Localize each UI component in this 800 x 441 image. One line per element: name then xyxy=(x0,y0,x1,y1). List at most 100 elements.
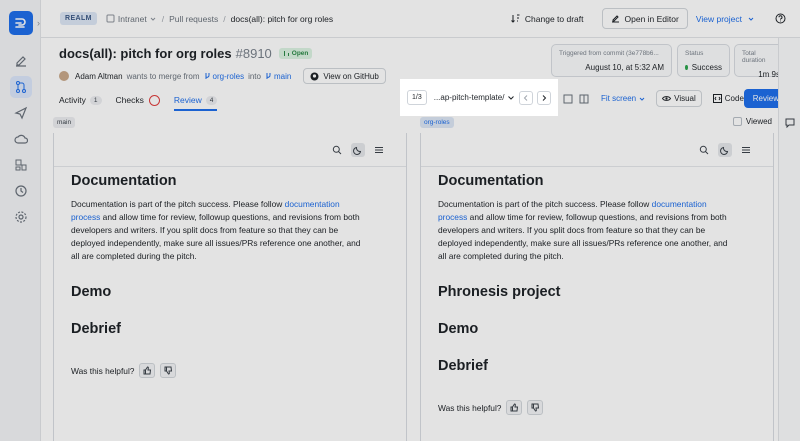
source-branch-label: org-roles xyxy=(212,71,245,81)
commit-value: August 10, at 5:32 AM xyxy=(585,63,664,72)
github-icon xyxy=(310,72,319,80)
chevron-down-icon xyxy=(748,17,754,21)
thumbs-down-icon[interactable] xyxy=(527,400,544,415)
change-to-draft-button[interactable]: Change to draft xyxy=(503,8,592,29)
previous-file-button[interactable] xyxy=(519,90,534,105)
pull-requests-icon[interactable] xyxy=(10,76,32,98)
status-card: Status Success xyxy=(677,44,730,77)
status-value: Success xyxy=(691,63,722,72)
target-branch[interactable]: main xyxy=(265,72,291,81)
chevron-down-icon xyxy=(508,95,515,100)
project-icon xyxy=(106,14,115,23)
breadcrumb-pull-requests[interactable]: Pull requests xyxy=(169,14,218,24)
breadcrumb-separator: / xyxy=(161,13,165,24)
top-bar: REALM Intranet / Pull requests / docs(al… xyxy=(41,0,800,38)
file-select-dropdown[interactable]: ...ap-pitch-template/ xyxy=(434,93,516,102)
right-paragraph: Documentation is part of the pitch succe… xyxy=(438,199,728,261)
thumbs-up-icon[interactable] xyxy=(139,363,156,378)
single-pane-icon[interactable] xyxy=(563,94,573,104)
breadcrumb: Intranet / Pull requests / docs(all): pi… xyxy=(106,14,333,24)
commit-label: Triggered from commit (3e778b6... xyxy=(559,50,659,57)
fit-screen-label: Fit screen xyxy=(601,94,637,103)
branch-icon xyxy=(205,73,209,79)
right-sidebar xyxy=(778,38,800,441)
pr-title: docs(all): pitch for org roles #8910 Ope… xyxy=(59,46,313,61)
viewed-label: Viewed xyxy=(745,117,772,126)
comments-icon[interactable] xyxy=(785,118,795,128)
tab-activity[interactable]: Activity 1 xyxy=(59,89,102,111)
breadcrumb-separator: / xyxy=(223,13,226,24)
target-branch-label: main xyxy=(273,71,292,81)
left-paragraph: Documentation is part of the pitch succe… xyxy=(71,199,361,261)
search-icon[interactable] xyxy=(330,143,344,157)
view-controls: Fit screen Visual Code xyxy=(563,90,749,107)
tab-activity-count: 1 xyxy=(89,95,102,105)
left-section-heading: Demo xyxy=(71,284,112,300)
expand-sidebar-icon[interactable]: › xyxy=(37,18,40,28)
components-icon[interactable] xyxy=(10,154,32,176)
right-branch-tag: org-roles xyxy=(420,117,454,128)
pull-request-icon xyxy=(283,51,289,56)
thumbs-down-icon[interactable] xyxy=(160,363,177,378)
split-pane-icon[interactable] xyxy=(579,94,589,104)
dark-mode-icon[interactable] xyxy=(718,143,732,157)
author-name[interactable]: Adam Altman xyxy=(75,72,123,81)
right-section-heading: Demo xyxy=(438,321,479,337)
chevron-left-icon xyxy=(524,94,528,101)
duration-value: 1m 9s xyxy=(758,70,780,79)
view-project-label: View project xyxy=(695,13,742,24)
open-in-editor-button[interactable]: Open in Editor xyxy=(601,8,688,29)
view-project-button[interactable]: View project xyxy=(688,8,763,29)
status-badge-label: Open xyxy=(291,50,309,57)
search-icon[interactable] xyxy=(697,143,711,157)
right-section-heading: Debrief xyxy=(438,358,488,374)
history-icon[interactable] xyxy=(10,180,32,202)
breadcrumb-current: docs(all): pitch for org roles xyxy=(230,13,334,24)
right-section-heading: Phronesis project xyxy=(438,284,561,300)
into-text: into xyxy=(248,71,261,81)
right-document: Documentation Documentation is part of t… xyxy=(438,167,738,415)
tab-review[interactable]: Review 4 xyxy=(173,89,218,111)
tab-activity-label: Activity xyxy=(59,95,86,105)
left-branch-tag: main xyxy=(53,117,76,128)
open-in-editor-label: Open in Editor xyxy=(624,13,679,24)
edit-icon[interactable] xyxy=(10,50,32,72)
visual-mode-button[interactable]: Visual xyxy=(656,90,702,107)
help-icon[interactable] xyxy=(771,8,790,29)
app-logo[interactable] xyxy=(9,11,33,35)
right-heading: Documentation xyxy=(438,173,544,189)
pr-meta: Adam Altman wants to merge from org-role… xyxy=(59,68,386,84)
code-mode-button[interactable]: Code xyxy=(708,91,749,106)
left-sidebar: › xyxy=(0,0,41,441)
right-feedback: Was this helpful? xyxy=(438,400,738,415)
change-to-draft-label: Change to draft xyxy=(524,13,584,24)
breadcrumb-project[interactable]: Intranet xyxy=(118,14,147,24)
source-branch[interactable]: org-roles xyxy=(204,71,245,81)
realm-badge: REALM xyxy=(60,12,97,25)
chevron-down-icon[interactable] xyxy=(149,15,157,23)
deploy-icon[interactable] xyxy=(10,102,32,124)
pr-title-text: docs(all): pitch for org roles xyxy=(59,46,232,61)
sort-icon xyxy=(511,14,520,23)
merge-text: wants to merge from xyxy=(126,71,200,81)
next-file-button[interactable] xyxy=(537,90,552,105)
tab-checks[interactable]: Checks xyxy=(116,89,160,111)
menu-icon[interactable] xyxy=(739,143,753,157)
right-helpful-label: Was this helpful? xyxy=(438,402,502,413)
fit-screen-dropdown[interactable]: Fit screen xyxy=(601,94,646,103)
dark-mode-icon[interactable] xyxy=(351,143,365,157)
status-label: Status xyxy=(685,50,704,57)
pr-number: #8910 xyxy=(235,46,272,61)
tab-checks-label: Checks xyxy=(115,95,144,105)
thumbs-up-icon[interactable] xyxy=(506,400,523,415)
view-on-github-button[interactable]: View on GitHub xyxy=(303,68,386,84)
menu-icon[interactable] xyxy=(372,143,386,157)
settings-icon[interactable] xyxy=(10,206,32,228)
viewed-checkbox[interactable]: Viewed xyxy=(732,117,772,126)
right-pane-toolbar xyxy=(421,133,773,167)
cloud-icon[interactable] xyxy=(10,128,32,150)
chevron-down-icon xyxy=(639,97,645,101)
success-dot xyxy=(685,65,688,70)
edit-icon xyxy=(611,15,619,23)
status-badge: Open xyxy=(278,48,313,59)
